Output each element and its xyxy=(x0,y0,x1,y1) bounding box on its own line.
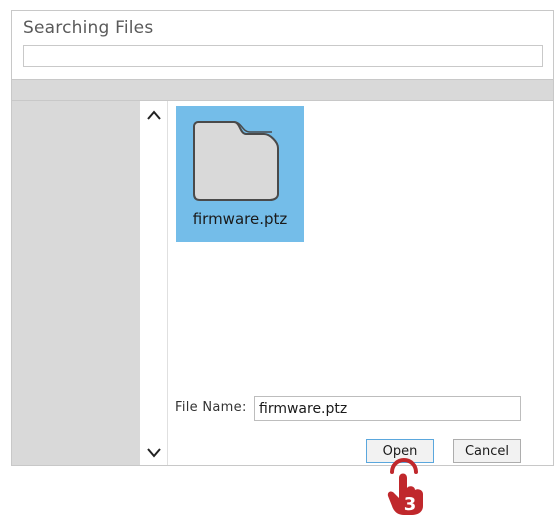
hand-pointer-icon: 3 xyxy=(376,456,436,516)
chevron-up-icon[interactable] xyxy=(140,105,168,125)
file-item-selected[interactable]: firmware.ptz xyxy=(176,106,304,242)
chevron-down-icon[interactable] xyxy=(140,443,168,463)
vertical-scrollbar[interactable] xyxy=(140,101,168,465)
navigation-pane[interactable] xyxy=(12,101,140,465)
file-name-input[interactable] xyxy=(254,396,521,421)
cancel-button[interactable]: Cancel xyxy=(453,439,521,463)
folder-icon xyxy=(190,118,286,204)
path-input[interactable] xyxy=(23,45,543,67)
file-open-dialog: Searching Files firmware.ptz File Name: … xyxy=(11,10,554,466)
file-name-label: File Name: xyxy=(175,400,247,415)
toolbar-band xyxy=(12,79,553,101)
file-item-label: firmware.ptz xyxy=(192,210,288,228)
dialog-title: Searching Files xyxy=(23,18,154,38)
step-number: 3 xyxy=(404,494,417,515)
